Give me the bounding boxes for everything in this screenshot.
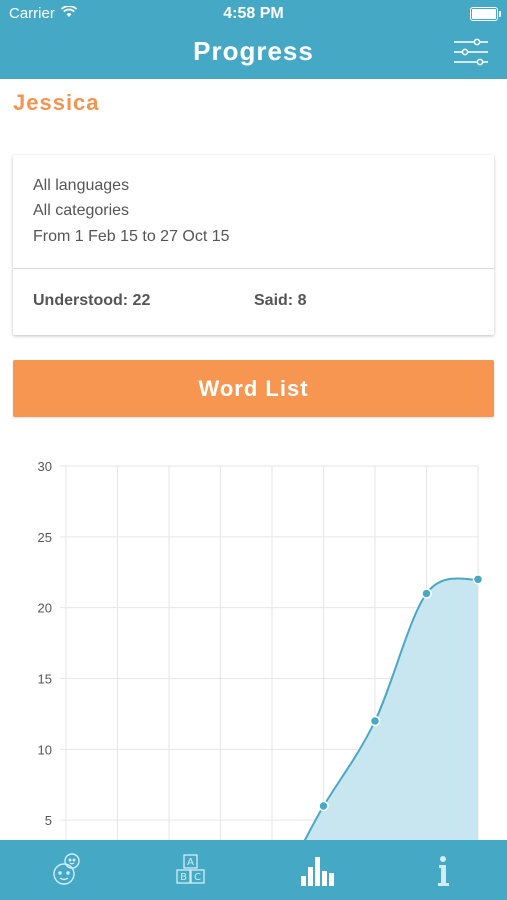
svg-text:B: B xyxy=(180,872,187,883)
data-point xyxy=(421,588,432,599)
tab-info[interactable] xyxy=(393,840,493,900)
said-count: Said: 8 xyxy=(254,292,307,309)
child-face-icon xyxy=(53,853,80,885)
status-bar: Carrier 4:58 PM xyxy=(0,0,507,28)
tab-progress[interactable] xyxy=(267,840,367,900)
svg-text:C: C xyxy=(194,872,201,883)
tab-child[interactable] xyxy=(14,840,114,900)
child-name: Jessica xyxy=(13,90,100,115)
data-point xyxy=(369,715,381,727)
battery-icon xyxy=(470,7,501,21)
progress-chart: 30 25 20 15 10 5 xyxy=(38,459,484,840)
data-point xyxy=(472,574,484,585)
y-tick-label: 25 xyxy=(38,530,52,545)
filter-settings-icon[interactable] xyxy=(453,38,489,66)
categories-label: All categories xyxy=(33,202,130,219)
languages-label: All languages xyxy=(33,177,130,194)
data-point xyxy=(318,800,329,812)
word-list-button[interactable]: Word List xyxy=(13,360,494,417)
understood-count: Understood: 22 xyxy=(33,292,151,309)
y-tick-label: 5 xyxy=(45,813,52,828)
y-tick-label: 20 xyxy=(38,601,52,616)
y-tick-label: 30 xyxy=(38,459,52,474)
y-tick-label: 15 xyxy=(38,672,52,687)
svg-text:A: A xyxy=(187,857,194,868)
card-divider xyxy=(13,268,494,269)
info-icon xyxy=(438,856,449,886)
nav-bar: Carrier 4:58 PM Progress xyxy=(0,0,507,79)
clock: 4:58 PM xyxy=(223,5,284,22)
tab-bar: A B C xyxy=(0,840,507,900)
y-tick-label: 10 xyxy=(38,742,52,757)
tab-words[interactable]: A B C xyxy=(140,840,240,900)
abc-blocks-icon: A B C xyxy=(176,854,205,884)
bar-chart-icon xyxy=(301,857,334,886)
date-range-label: From 1 Feb 15 to 27 Oct 15 xyxy=(33,228,230,245)
summary-card: All languages All categories From 1 Feb … xyxy=(13,155,494,335)
page-title: Progress xyxy=(193,36,314,66)
